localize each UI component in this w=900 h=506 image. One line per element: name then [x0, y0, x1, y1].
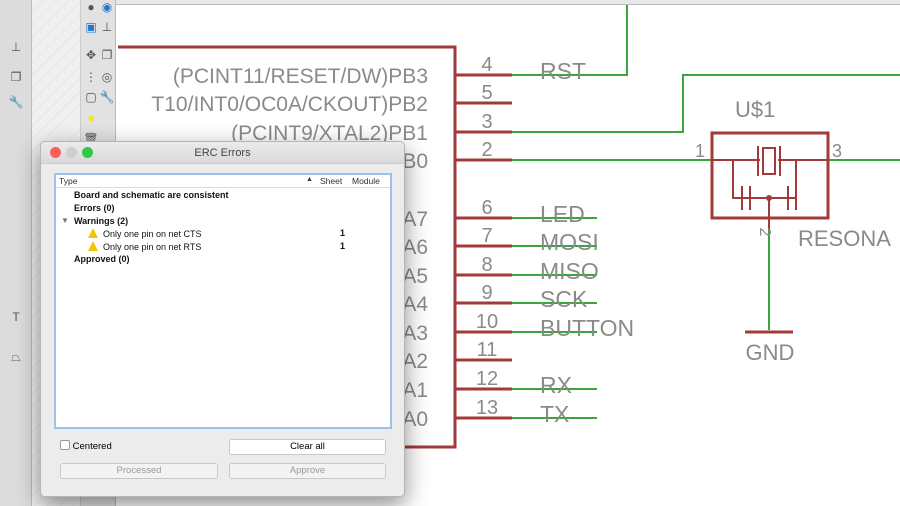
- pin-label: A3: [402, 322, 428, 345]
- part-value: RESONA: [798, 226, 891, 251]
- part-name: U$1: [735, 97, 775, 122]
- net-label: BUTTON: [540, 315, 634, 341]
- pin-number: 7: [481, 225, 492, 247]
- column-sheet[interactable]: Sheet: [320, 176, 342, 186]
- net-label: RST: [540, 58, 586, 84]
- centered-checkbox[interactable]: Centered: [60, 440, 112, 452]
- pin-number: 4: [481, 54, 492, 76]
- pin-number: 2: [481, 139, 492, 161]
- column-module[interactable]: Module: [352, 176, 380, 186]
- zoom-button[interactable]: [82, 147, 93, 158]
- pin-number: 11: [477, 339, 498, 361]
- net-label: TX: [540, 401, 569, 427]
- erc-errors-dialog: ERC Errors Type ▲ Sheet Module Board and…: [40, 141, 405, 497]
- resonator-pin-1: 1: [695, 141, 705, 161]
- processed-button[interactable]: Processed: [60, 463, 218, 479]
- list-header: Type ▲ Sheet Module: [56, 175, 390, 188]
- sheet-value: 1: [340, 228, 346, 238]
- list-item[interactable]: Errors (0): [74, 203, 115, 213]
- list-item[interactable]: Warnings (2): [74, 216, 128, 226]
- dialog-title: ERC Errors: [194, 147, 251, 159]
- net-label: MISO: [540, 258, 599, 284]
- net-wire-rst: [597, 5, 628, 76]
- erc-list[interactable]: Type ▲ Sheet Module Board and schematic …: [54, 173, 392, 429]
- clear-all-button[interactable]: Clear all: [229, 439, 386, 455]
- warning-text: Only one pin on net CTS: [103, 229, 202, 239]
- checkbox-box[interactable]: [60, 440, 70, 450]
- crystal-symbol: [762, 147, 776, 175]
- column-type[interactable]: Type: [59, 176, 77, 186]
- warning-icon: [88, 241, 98, 251]
- pin-label: B0: [402, 150, 428, 173]
- pin-number: 5: [481, 82, 492, 104]
- sheet-value: 1: [340, 241, 346, 251]
- warning-icon: [88, 228, 98, 238]
- list-item[interactable]: Approved (0): [74, 254, 130, 264]
- minimize-button[interactable]: [66, 147, 77, 158]
- net-label: LED: [540, 201, 585, 227]
- list-item[interactable]: Only one pin on net RTS: [88, 241, 201, 252]
- gnd-label: GND: [746, 340, 795, 365]
- pin-label: A6: [402, 236, 428, 259]
- disclosure-triangle-icon[interactable]: ▼: [61, 216, 69, 225]
- net-label: MOSI: [540, 229, 599, 255]
- net-label: RX: [540, 372, 572, 398]
- pin-number: 3: [481, 111, 492, 133]
- list-item[interactable]: Only one pin on net CTS: [88, 228, 202, 239]
- pin-label: A4: [402, 293, 428, 316]
- pin-label: T10/INT0/OC0A/CKOUT)PB2: [151, 93, 428, 116]
- net-label: SCK: [540, 286, 588, 312]
- pin-number: 13: [476, 397, 498, 419]
- pin-number: 8: [481, 254, 492, 276]
- pin-label: A0: [402, 408, 428, 431]
- list-item[interactable]: Board and schematic are consistent: [74, 190, 229, 200]
- dialog-titlebar: ERC Errors: [41, 142, 404, 164]
- junction-dot: [766, 195, 772, 201]
- pin-label: A2: [402, 350, 428, 373]
- pin-number: 12: [476, 368, 498, 390]
- warning-text: Only one pin on net RTS: [103, 242, 202, 252]
- pin-label: A5: [402, 265, 428, 288]
- pin-number: 10: [476, 311, 498, 333]
- approve-button[interactable]: Approve: [229, 463, 386, 479]
- resonator-pin-3: 3: [832, 141, 842, 161]
- pin-number: 6: [481, 197, 492, 219]
- sort-ascending-icon: ▲: [306, 176, 313, 183]
- pin-label: A7: [402, 208, 428, 231]
- resonator-pin-2: 2: [756, 228, 773, 237]
- pin-label: (PCINT11/RESET/DW)PB3: [173, 65, 428, 88]
- pin-label: A1: [402, 379, 428, 402]
- centered-label: Centered: [72, 441, 112, 452]
- pin-number: 9: [481, 282, 492, 304]
- close-button[interactable]: [50, 147, 61, 158]
